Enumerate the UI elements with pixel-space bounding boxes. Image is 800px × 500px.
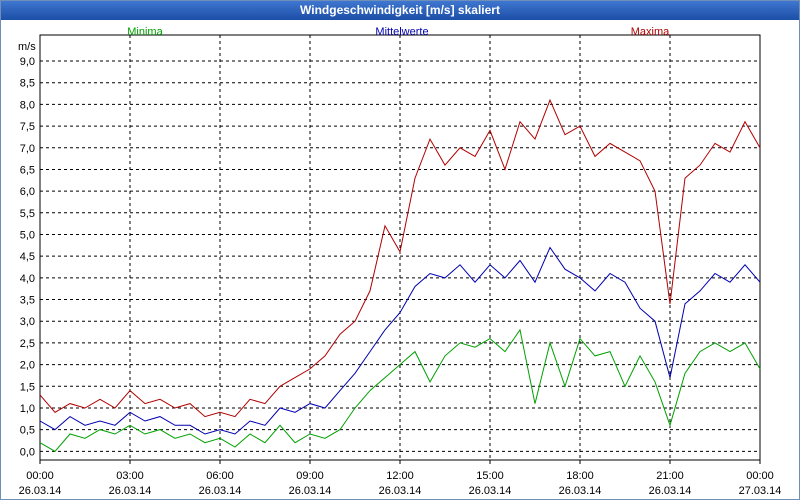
- y-tick-label: 7,0: [20, 143, 35, 155]
- y-tick-label: 8,5: [20, 78, 35, 90]
- x-tick-date: 27.03.14: [739, 485, 782, 497]
- legend-mittelwerte: Mittelwerte: [375, 26, 428, 38]
- y-tick-label: 2,5: [20, 338, 35, 350]
- x-tick-time: 12:00: [386, 470, 414, 482]
- y-tick-label: 7,5: [20, 121, 35, 133]
- y-tick-label: 6,0: [20, 186, 35, 198]
- grid-lines: [40, 35, 760, 460]
- y-tick-label: 5,0: [20, 229, 35, 241]
- y-tick-label: 4,0: [20, 273, 35, 285]
- x-tick-date: 26.03.14: [199, 485, 242, 497]
- y-tick-label: 0,5: [20, 425, 35, 437]
- legend-minima: Minima: [127, 26, 163, 38]
- x-axis-ticks: 00:00 26.03.14 03:00 26.03.14 06:00 26.03.14 0…: [19, 460, 782, 497]
- legend-maxima: Maxima: [631, 26, 670, 38]
- y-axis-ticks: 0,0 0,5 1,0 1,5 2,0 2,5 3,0 3,5 4,0 4,5 5,0 5,5 6,0 6…: [20, 56, 35, 458]
- y-tick-label: 5,5: [20, 208, 35, 220]
- y-tick-label: 9,0: [20, 56, 35, 68]
- x-tick-time: 00:00: [746, 470, 774, 482]
- y-tick-label: 1,0: [20, 403, 35, 415]
- x-tick-date: 26.03.14: [559, 485, 602, 497]
- y-tick-label: 3,5: [20, 295, 35, 307]
- y-axis-unit: m/s: [18, 41, 36, 53]
- x-tick-date: 26.03.14: [109, 485, 152, 497]
- x-tick-date: 26.03.14: [469, 485, 512, 497]
- x-tick-date: 26.03.14: [649, 485, 692, 497]
- y-tick-label: 6,5: [20, 164, 35, 176]
- y-tick-label: 1,5: [20, 381, 35, 393]
- y-tick-label: 2,0: [20, 360, 35, 372]
- x-tick-date: 26.03.14: [289, 485, 332, 497]
- x-tick-time: 15:00: [476, 470, 504, 482]
- x-tick-date: 26.03.14: [379, 485, 422, 497]
- x-tick-time: 00:00: [26, 470, 54, 482]
- x-tick-time: 21:00: [656, 470, 684, 482]
- x-tick-time: 18:00: [566, 470, 594, 482]
- chart-canvas: m/s Minima Mittelwerte Maxima 0,0 0,5 1,0 1…: [18, 26, 782, 497]
- y-tick-label: 3,0: [20, 316, 35, 328]
- x-tick-time: 06:00: [206, 470, 234, 482]
- x-tick-time: 03:00: [116, 470, 144, 482]
- x-tick-time: 09:00: [296, 470, 324, 482]
- y-tick-label: 0,0: [20, 446, 35, 458]
- y-tick-label: 8,0: [20, 99, 35, 111]
- y-tick-label: 4,5: [20, 251, 35, 263]
- x-tick-date: 26.03.14: [19, 485, 62, 497]
